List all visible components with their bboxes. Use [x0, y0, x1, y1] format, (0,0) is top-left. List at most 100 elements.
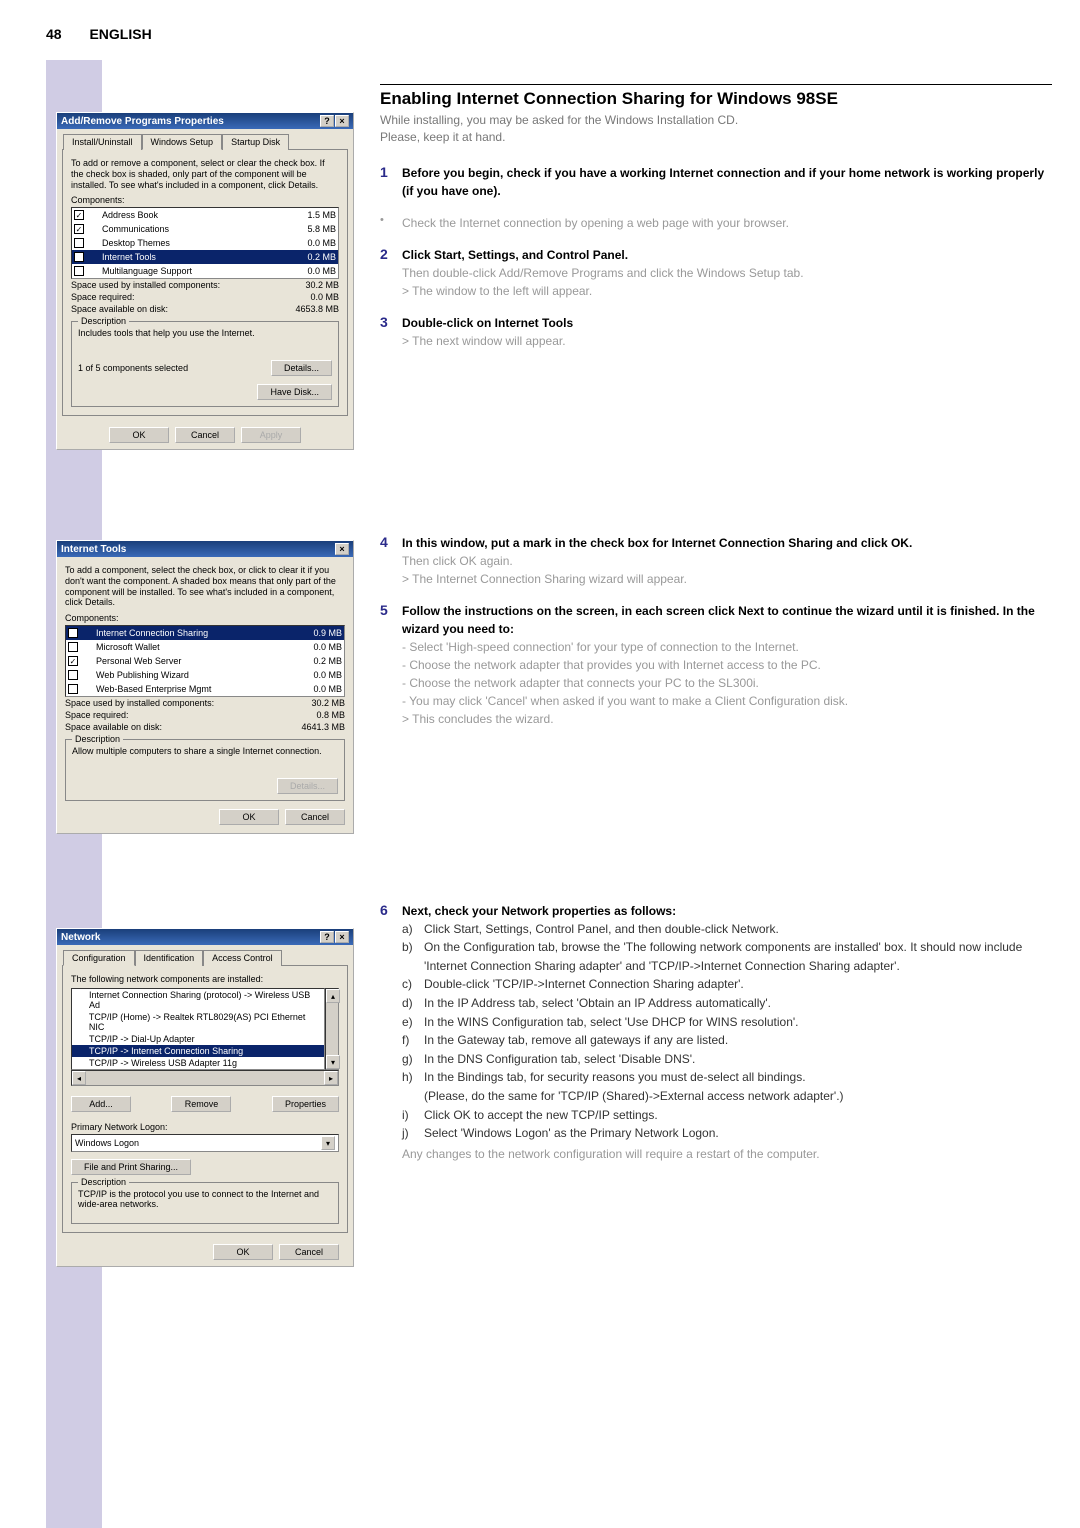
- network-dialog: Network ? × Configuration Identification…: [56, 928, 354, 1267]
- checkbox[interactable]: [68, 670, 78, 680]
- list-item[interactable]: TCP/IP (Home) -> Realtek RTL8029(AS) PCI…: [72, 1011, 324, 1033]
- list-item[interactable]: ✓Address Book1.5 MB: [72, 208, 338, 222]
- net-icon: [87, 251, 99, 263]
- item-name: Internet Connection Sharing: [96, 628, 208, 638]
- ics-icon: [81, 627, 93, 639]
- description-group: Description TCP/IP is the protocol you u…: [71, 1182, 339, 1224]
- chevron-down-icon[interactable]: ▾: [321, 1136, 335, 1150]
- help-icon[interactable]: ?: [320, 931, 334, 943]
- tab-identification[interactable]: Identification: [135, 950, 204, 966]
- checkbox[interactable]: ✓: [74, 224, 84, 234]
- add-remove-programs-dialog: Add/Remove Programs Properties ? × Insta…: [56, 112, 354, 450]
- list-item[interactable]: TCP/IP -> Internet Connection Sharing: [72, 1045, 324, 1057]
- apply-button[interactable]: Apply: [241, 427, 301, 443]
- pub-icon: [81, 669, 93, 681]
- pws-icon: [81, 655, 93, 667]
- item-size: 0.9 MB: [313, 628, 342, 638]
- components-listbox[interactable]: ✓ Internet Connection Sharing 0.9 MB Micros…: [65, 625, 345, 697]
- remove-button[interactable]: Remove: [171, 1096, 231, 1112]
- description-text: TCP/IP is the protocol you use to connec…: [78, 1189, 332, 1217]
- tab-startup-disk[interactable]: Startup Disk: [222, 134, 289, 150]
- close-icon[interactable]: ×: [335, 543, 349, 555]
- space-required-label: Space required:: [71, 292, 135, 302]
- step-6-note: Any changes to the network configuration…: [402, 1145, 1052, 1163]
- scroll-down-icon[interactable]: ▾: [326, 1055, 340, 1069]
- components-label: Components:: [65, 613, 345, 623]
- components-label: Components:: [71, 195, 339, 205]
- scroll-up-icon[interactable]: ▴: [326, 989, 340, 1003]
- protocol-icon: [74, 1046, 86, 1056]
- globe-icon: [87, 265, 99, 277]
- cancel-button[interactable]: Cancel: [285, 809, 345, 825]
- step-6-title: Next, check your Network properties as f…: [402, 904, 676, 918]
- item-size: 5.8 MB: [307, 224, 336, 234]
- titlebar: Internet Tools ×: [57, 541, 353, 557]
- ok-button[interactable]: OK: [109, 427, 169, 443]
- checkbox[interactable]: [74, 238, 84, 248]
- description-group: Description Includes tools that help you…: [71, 321, 339, 407]
- step-2: 2 Click Start, Settings, and Control Pan…: [380, 246, 1052, 300]
- list-item[interactable]: Microsoft Wallet0.0 MB: [66, 640, 344, 654]
- properties-button[interactable]: Properties: [272, 1096, 339, 1112]
- checkbox[interactable]: ✓: [74, 252, 84, 262]
- list-item[interactable]: Web Publishing Wizard0.0 MB: [66, 668, 344, 682]
- primary-logon-dropdown[interactable]: Windows Logon ▾: [71, 1134, 339, 1152]
- cancel-button[interactable]: Cancel: [175, 427, 235, 443]
- tab-content: The following network components are ins…: [62, 965, 348, 1233]
- list-item[interactable]: Internet Connection Sharing (protocol) -…: [72, 989, 324, 1011]
- step-3-title: Double-click on Internet Tools: [402, 316, 573, 330]
- help-icon[interactable]: ?: [320, 115, 334, 127]
- list-item[interactable]: Web-Based Enterprise Mgmt0.0 MB: [66, 682, 344, 696]
- titlebar-text: Add/Remove Programs Properties: [61, 116, 224, 127]
- item-name: Address Book: [102, 210, 158, 220]
- item-size: 0.0 MB: [313, 684, 342, 694]
- space-required-value: 0.8 MB: [316, 710, 345, 720]
- list-item[interactable]: ✓ Internet Connection Sharing 0.9 MB: [66, 626, 344, 640]
- tab-windows-setup[interactable]: Windows Setup: [142, 134, 223, 150]
- details-button: Details...: [277, 778, 338, 794]
- checkbox[interactable]: [74, 266, 84, 276]
- list-item[interactable]: Multilanguage Support0.0 MB: [72, 264, 338, 278]
- cancel-button[interactable]: Cancel: [279, 1244, 339, 1260]
- checkbox[interactable]: ✓: [68, 656, 78, 666]
- tab-install-uninstall[interactable]: Install/Uninstall: [63, 134, 142, 150]
- close-icon[interactable]: ×: [335, 115, 349, 127]
- details-button[interactable]: Details...: [271, 360, 332, 376]
- comm-icon: [87, 223, 99, 235]
- components-listbox[interactable]: ✓Address Book1.5 MB✓Communications5.8 MB…: [71, 207, 339, 279]
- list-item[interactable]: ✓Communications5.8 MB: [72, 222, 338, 236]
- checkbox[interactable]: ✓: [74, 210, 84, 220]
- description-label: Description: [78, 316, 129, 326]
- checkbox[interactable]: ✓: [68, 628, 78, 638]
- page-number: 48: [46, 26, 62, 42]
- ok-button[interactable]: OK: [213, 1244, 273, 1260]
- space-available-label: Space available on disk:: [65, 722, 162, 732]
- primary-logon-value: Windows Logon: [75, 1138, 139, 1148]
- checkbox[interactable]: [68, 642, 78, 652]
- intro-text: While installing, you may be asked for t…: [380, 112, 1052, 146]
- list-item[interactable]: TCP/IP -> Wireless USB Adapter 11g: [72, 1057, 324, 1069]
- description-group: Description Allow multiple computers to …: [65, 739, 345, 801]
- checkbox[interactable]: [68, 684, 78, 694]
- scroll-left-icon[interactable]: ◂: [72, 1071, 86, 1085]
- titlebar: Add/Remove Programs Properties ? ×: [57, 113, 353, 129]
- add-button[interactable]: Add...: [71, 1096, 131, 1112]
- tab-access-control[interactable]: Access Control: [203, 950, 282, 966]
- instruction-text: To add or remove a component, select or …: [71, 158, 339, 190]
- list-item[interactable]: TCP/IP -> Dial-Up Adapter: [72, 1033, 324, 1045]
- page-title: Enabling Internet Connection Sharing for…: [380, 84, 1052, 109]
- list-item[interactable]: ✓Internet Tools0.2 MB: [72, 250, 338, 264]
- instruction-text: To add a component, select the check box…: [65, 565, 345, 608]
- close-icon[interactable]: ×: [335, 931, 349, 943]
- list-item[interactable]: ✓Personal Web Server0.2 MB: [66, 654, 344, 668]
- tab-configuration[interactable]: Configuration: [63, 950, 135, 966]
- space-required-label: Space required:: [65, 710, 129, 720]
- list-item[interactable]: Desktop Themes0.0 MB: [72, 236, 338, 250]
- scroll-right-icon[interactable]: ▸: [324, 1071, 338, 1085]
- file-print-sharing-button[interactable]: File and Print Sharing...: [71, 1159, 191, 1175]
- network-components-listbox[interactable]: Internet Connection Sharing (protocol) -…: [71, 988, 325, 1070]
- item-name: TCP/IP (Home) -> Realtek RTL8029(AS) PCI…: [89, 1012, 322, 1032]
- item-size: 0.0 MB: [313, 642, 342, 652]
- have-disk-button[interactable]: Have Disk...: [257, 384, 332, 400]
- ok-button[interactable]: OK: [219, 809, 279, 825]
